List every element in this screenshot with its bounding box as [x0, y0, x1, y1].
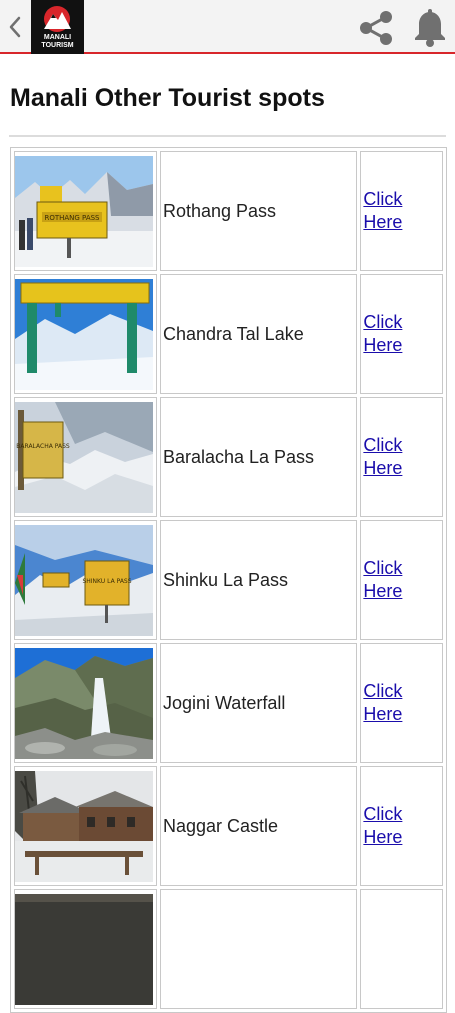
link-cell: Click Here: [360, 643, 443, 763]
click-here-link[interactable]: Click Here: [361, 188, 413, 234]
bell-icon: [415, 9, 445, 47]
share-icon: [360, 11, 392, 45]
logo-line-1: MANALI: [43, 34, 72, 41]
image-cell: SHINKU LA PASS: [14, 520, 157, 640]
table-row: Jogini Waterfall Click Here: [14, 643, 443, 763]
chandra-tal-lake-photo: [15, 278, 153, 390]
name-cell: Chandra Tal Lake: [159, 274, 358, 394]
app-logo[interactable]: MANALI TOURISM: [31, 0, 84, 54]
name-cell: [159, 889, 358, 1009]
click-here-link[interactable]: Click Here: [361, 434, 413, 480]
title-divider: [9, 135, 446, 137]
link-cell: Click Here: [360, 520, 443, 640]
name-cell: Naggar Castle: [159, 766, 358, 886]
naggar-castle-photo: [15, 770, 153, 882]
link-cell: Click Here: [360, 766, 443, 886]
table-row: SHINKU LA PASS Shinku La Pass Click Here: [14, 520, 443, 640]
spot-name: Baralacha La Pass: [162, 446, 315, 467]
table-row: BARALACHA PASS Baralacha La Pass Click H…: [14, 397, 443, 517]
table-row: Chandra Tal Lake Click Here: [14, 274, 443, 394]
baralacha-la-pass-photo: BARALACHA PASS: [15, 401, 153, 513]
back-button[interactable]: [4, 12, 26, 42]
link-cell: Click Here: [360, 151, 443, 271]
image-cell: BARALACHA PASS: [14, 397, 157, 517]
logo-emblem-icon: [44, 6, 71, 32]
page-title: Manali Other Tourist spots: [10, 84, 325, 112]
jogini-waterfall-photo: [15, 647, 153, 759]
share-button[interactable]: [356, 8, 396, 48]
name-cell: Shinku La Pass: [159, 520, 358, 640]
click-here-link[interactable]: Click Here: [361, 680, 413, 726]
image-cell: [14, 766, 157, 886]
link-cell: Click Here: [360, 397, 443, 517]
link-cell: [360, 889, 443, 1009]
image-cell: [14, 643, 157, 763]
click-here-link[interactable]: Click Here: [361, 803, 413, 849]
name-cell: Jogini Waterfall: [159, 643, 358, 763]
shinku-sign-text: SHINKU LA PASS: [82, 578, 131, 585]
name-cell: Rothang Pass: [159, 151, 358, 271]
baralacha-sign-text: BARALACHA PASS: [16, 443, 70, 450]
image-cell: [14, 274, 157, 394]
app-bar: MANALI TOURISM: [0, 0, 455, 54]
image-cell: ROTHANG PASS: [14, 151, 157, 271]
table-row: ROTHANG PASS Rothang Pass Click Here: [14, 151, 443, 271]
logo-line-2: TOURISM: [41, 42, 74, 49]
rothang-sign-text: ROTHANG PASS: [44, 214, 100, 222]
spot-name: Naggar Castle: [162, 815, 279, 836]
partial-next-photo: [15, 893, 153, 1005]
image-cell: [14, 889, 157, 1009]
notifications-button[interactable]: [412, 8, 448, 48]
click-here-link[interactable]: Click Here: [361, 311, 413, 357]
back-arrow-icon: [9, 16, 21, 38]
spot-name: Rothang Pass: [162, 200, 277, 221]
tourist-spots-table: ROTHANG PASS Rothang Pass Click Here Cha…: [10, 147, 447, 1013]
spot-name: Chandra Tal Lake: [162, 323, 304, 344]
table-row: [14, 889, 443, 1009]
spot-name: Jogini Waterfall: [162, 692, 286, 713]
rothang-pass-photo: ROTHANG PASS: [15, 155, 153, 267]
table-row: Naggar Castle Click Here: [14, 766, 443, 886]
click-here-link[interactable]: Click Here: [361, 557, 413, 603]
name-cell: Baralacha La Pass: [159, 397, 358, 517]
spot-name: Shinku La Pass: [162, 569, 289, 590]
shinku-la-pass-photo: SHINKU LA PASS: [15, 524, 153, 636]
link-cell: Click Here: [360, 274, 443, 394]
